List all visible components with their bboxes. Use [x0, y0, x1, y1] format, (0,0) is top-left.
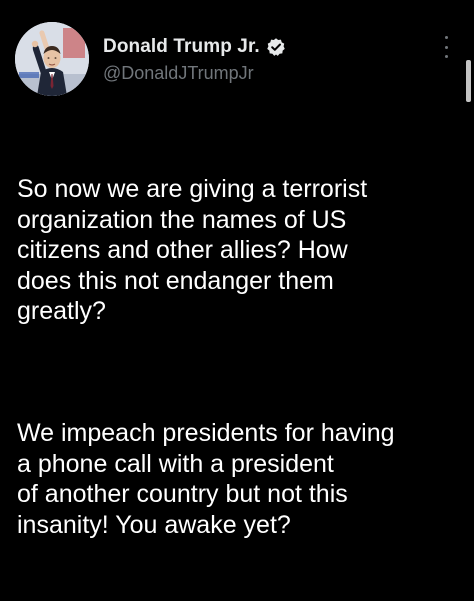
avatar[interactable]	[15, 22, 89, 96]
tweet: Donald Trump Jr. @DonaldJTrumpJr So now …	[0, 0, 474, 539]
author-row[interactable]: Donald Trump Jr.	[103, 35, 286, 59]
more-dot	[444, 45, 448, 49]
more-dot	[444, 36, 448, 39]
scrollbar-thumb[interactable]	[466, 60, 471, 102]
verified-badge-icon	[266, 37, 286, 57]
author-display-name[interactable]: Donald Trump Jr.	[103, 36, 260, 58]
tweet-text: So now we are giving a terrorist organiz…	[17, 113, 465, 601]
more-dot	[444, 55, 448, 58]
tweet-paragraph: We impeach presidents for having a phone…	[17, 419, 395, 539]
profile-photo	[15, 22, 89, 96]
tweet-paragraph: So now we are giving a terrorist organiz…	[17, 175, 368, 325]
author-handle[interactable]: @DonaldJTrumpJr	[103, 63, 254, 84]
more-vertical-icon[interactable]	[440, 36, 452, 58]
